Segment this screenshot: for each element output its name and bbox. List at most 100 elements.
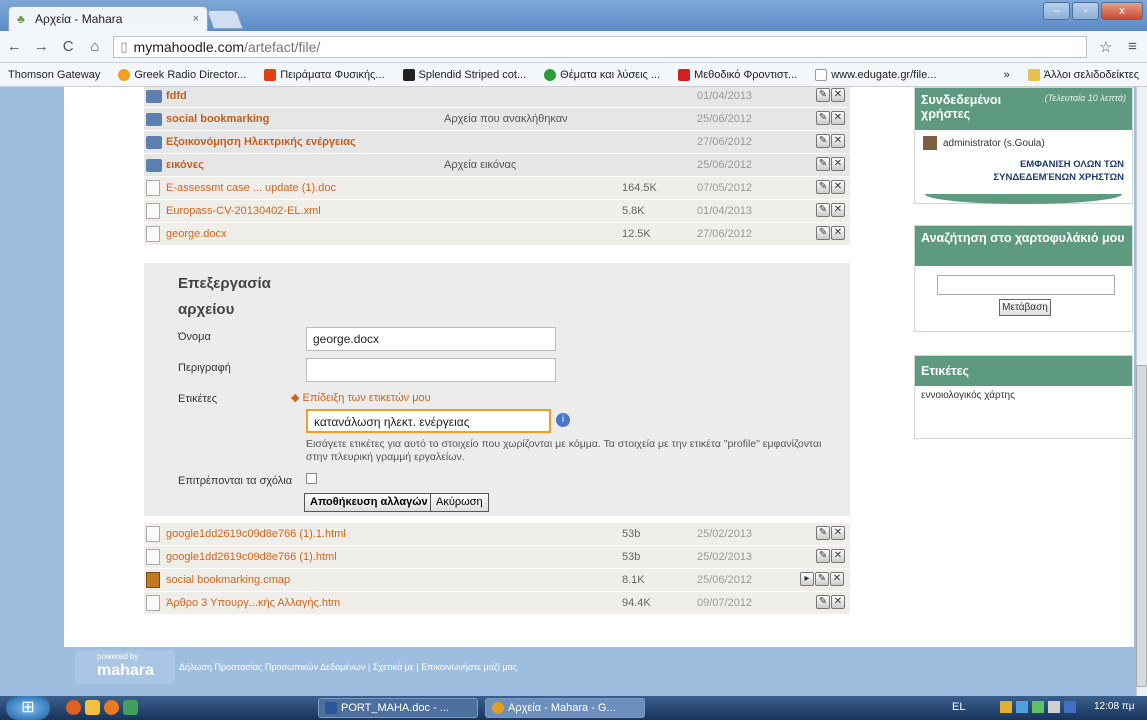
edit-icon[interactable]: ✎ bbox=[816, 549, 830, 563]
delete-icon[interactable]: ✕ bbox=[831, 157, 845, 171]
star-icon[interactable]: ☆ bbox=[1097, 38, 1114, 56]
new-tab-button[interactable] bbox=[206, 10, 244, 29]
open-icon[interactable]: ▸ bbox=[800, 572, 814, 586]
browser-tab[interactable]: ♣ Αρχεία - Mahara × bbox=[8, 6, 208, 31]
edit-icon[interactable]: ✎ bbox=[816, 526, 830, 540]
start-button[interactable]: ⊞ bbox=[6, 696, 50, 720]
file-row[interactable]: Europass-CV-20130402-EL.xml 5.8K 01/04/201… bbox=[144, 200, 850, 223]
mahara-logo[interactable]: powered by mahara bbox=[75, 650, 175, 684]
bookmark-item[interactable]: Splendid Striped cot... bbox=[402, 68, 527, 81]
delete-icon[interactable]: ✕ bbox=[831, 549, 845, 563]
file-date: 27/06/2012 bbox=[697, 228, 753, 240]
online-user-item[interactable]: administrator (s.Goula) bbox=[915, 130, 1132, 156]
tag-item[interactable]: εννοιολογικός χάρτης bbox=[915, 386, 1132, 405]
bookmark-item[interactable]: Μεθοδικό Φροντιστ... bbox=[678, 68, 797, 81]
file-name-link[interactable]: social bookmarking bbox=[166, 113, 269, 125]
back-icon[interactable]: ← bbox=[6, 38, 23, 55]
file-name-link[interactable]: google1dd2619c09d8e766 (1).html bbox=[166, 551, 337, 563]
edit-icon[interactable]: ✎ bbox=[816, 157, 830, 171]
edit-file-panel: Επεξεργασία αρχείου Όνομα george.docx Πε… bbox=[144, 263, 850, 516]
bookmark-item[interactable]: Θέματα και λύσεις ... bbox=[544, 68, 660, 81]
folder-row[interactable]: εικόνες Αρχεία εικόνας 25/06/2012 ✎ ✕ bbox=[144, 154, 850, 177]
contact-link[interactable]: Επικοινωνήστε μαζί μας bbox=[421, 662, 517, 672]
folder-row[interactable]: Εξοικονόμηση Ηλεκτρικής ενέργειας 27/06/2… bbox=[144, 131, 850, 154]
quicklaunch-icon[interactable] bbox=[66, 700, 81, 715]
file-name-link[interactable]: Άρθρο 3 Υπουργ...κής Αλλαγής.htm bbox=[166, 597, 340, 609]
delete-icon[interactable]: ✕ bbox=[831, 134, 845, 148]
edit-icon[interactable]: ✎ bbox=[816, 226, 830, 240]
edit-icon[interactable]: ✎ bbox=[816, 180, 830, 194]
file-row[interactable]: Άρθρο 3 Υπουργ...κής Αλλαγής.htm 94.4K 09/… bbox=[144, 592, 850, 615]
delete-icon[interactable]: ✕ bbox=[831, 88, 845, 102]
file-name-link[interactable]: google1dd2619c09d8e766 (1).1.html bbox=[166, 528, 346, 540]
delete-icon[interactable]: ✕ bbox=[831, 526, 845, 540]
minimize-icon[interactable]: – bbox=[1043, 2, 1070, 20]
bookmark-label: Splendid Striped cot... bbox=[418, 68, 527, 81]
delete-icon[interactable]: ✕ bbox=[831, 180, 845, 194]
edit-icon[interactable]: ✎ bbox=[816, 88, 830, 102]
privacy-link[interactable]: Δήλωση Προστασίας Προσωπικών Δεδομένων bbox=[179, 662, 365, 672]
folder-row[interactable]: fdfd 01/04/2013 ✎ ✕ bbox=[144, 87, 850, 108]
file-name-link[interactable]: Europass-CV-20130402-EL.xml bbox=[166, 205, 321, 217]
logo-text: mahara bbox=[97, 662, 154, 679]
file-name-link[interactable]: fdfd bbox=[166, 90, 187, 102]
home-icon[interactable]: ⌂ bbox=[87, 38, 104, 55]
name-input[interactable]: george.docx bbox=[306, 327, 556, 351]
bookmark-item[interactable]: Greek Radio Director... bbox=[118, 68, 246, 81]
radio-icon bbox=[118, 68, 131, 81]
clock[interactable]: 12:08 πμ bbox=[1094, 701, 1134, 712]
delete-icon[interactable]: ✕ bbox=[831, 203, 845, 217]
search-go-button[interactable]: Μετάβαση bbox=[999, 299, 1051, 316]
allow-comments-checkbox[interactable] bbox=[306, 473, 317, 484]
delete-icon[interactable]: ✕ bbox=[830, 572, 844, 586]
delete-icon[interactable]: ✕ bbox=[831, 226, 845, 240]
edit-icon[interactable]: ✎ bbox=[816, 111, 830, 125]
file-size: 5.8K bbox=[622, 205, 645, 217]
taskbar-chrome-window[interactable]: Αρχεία - Mahara - G... bbox=[485, 698, 645, 718]
bookmark-item[interactable]: Thomson Gateway bbox=[8, 69, 100, 81]
file-name-link[interactable]: Εξοικονόμηση Ηλεκτρικής ενέργειας bbox=[166, 136, 356, 148]
address-bar[interactable]: ▯ mymahoodle.com/artefact/file/ bbox=[113, 35, 1088, 58]
file-row[interactable]: google1dd2619c09d8e766 (1).1.html 53b 25/0… bbox=[144, 523, 850, 546]
tab-close-icon[interactable]: × bbox=[193, 13, 199, 25]
bookmark-item[interactable]: www.edugate.gr/file... bbox=[815, 68, 936, 81]
file-name-link[interactable]: εικόνες bbox=[166, 159, 204, 171]
forward-icon[interactable]: → bbox=[33, 38, 50, 55]
reload-icon[interactable]: C bbox=[60, 38, 77, 55]
file-row[interactable]: george.docx 12.5K 27/06/2012 ✎ ✕ bbox=[144, 223, 850, 246]
window-close-icon[interactable]: x bbox=[1101, 2, 1143, 20]
quicklaunch-icon[interactable] bbox=[104, 700, 119, 715]
quicklaunch-icon[interactable] bbox=[123, 700, 138, 715]
file-row[interactable]: social bookmarking.cmap 8.1K 25/06/2012 ▸ ✎ ✕ bbox=[144, 569, 850, 592]
file-row[interactable]: E-assessmt case ... update (1).doc 164.5K… bbox=[144, 177, 850, 200]
delete-icon[interactable]: ✕ bbox=[831, 111, 845, 125]
portfolio-search-input[interactable] bbox=[937, 275, 1115, 295]
other-bookmarks[interactable]: Άλλοι σελιδοδείκτες bbox=[1027, 68, 1139, 81]
file-name-link[interactable]: social bookmarking.cmap bbox=[166, 574, 290, 586]
file-name-link[interactable]: george.docx bbox=[166, 228, 227, 240]
taskbar-word-document[interactable]: PORT_MAHA.doc - ... bbox=[318, 698, 478, 718]
menu-icon[interactable]: ≡ bbox=[1124, 38, 1141, 55]
tags-input[interactable]: κατανάλωση ηλεκτ. ενέργειας bbox=[306, 409, 551, 433]
language-indicator[interactable]: EL bbox=[952, 701, 965, 713]
delete-icon[interactable]: ✕ bbox=[831, 595, 845, 609]
quicklaunch-icon[interactable] bbox=[85, 700, 100, 715]
edit-icon[interactable]: ✎ bbox=[815, 572, 829, 586]
cancel-button[interactable]: Ακύρωση bbox=[430, 493, 489, 512]
edit-icon[interactable]: ✎ bbox=[816, 595, 830, 609]
maximize-icon[interactable]: ▫ bbox=[1072, 2, 1099, 20]
edit-icon[interactable]: ✎ bbox=[816, 134, 830, 148]
bookmarks-more-icon[interactable]: » bbox=[1004, 69, 1010, 81]
edit-icon[interactable]: ✎ bbox=[816, 203, 830, 217]
about-link[interactable]: Σχετικά με bbox=[373, 662, 414, 672]
file-name-link[interactable]: E-assessmt case ... update (1).doc bbox=[166, 182, 336, 194]
save-changes-button[interactable]: Αποθήκευση αλλαγών bbox=[304, 493, 434, 512]
file-row[interactable]: google1dd2619c09d8e766 (1).html 53b 25/02/… bbox=[144, 546, 850, 569]
show-tags-link[interactable]: ◆ Επίδειξη των ετικετών μου bbox=[291, 391, 431, 404]
show-all-online-link[interactable]: ΕΜΦΑΝΙΣΗ ΟΛΩΝ ΤΩΝ ΣΥΝΔΕΔΕΜΈΝΩΝ ΧΡΗΣΤΩΝ bbox=[915, 156, 1132, 184]
scrollbar-thumb[interactable] bbox=[1136, 365, 1147, 687]
info-icon[interactable]: i bbox=[556, 413, 570, 427]
folder-row[interactable]: social bookmarking Αρχεία που ανακλήθηκαν… bbox=[144, 108, 850, 131]
description-input[interactable] bbox=[306, 358, 556, 382]
bookmark-item[interactable]: Πειράματα Φυσικής... bbox=[264, 68, 385, 81]
